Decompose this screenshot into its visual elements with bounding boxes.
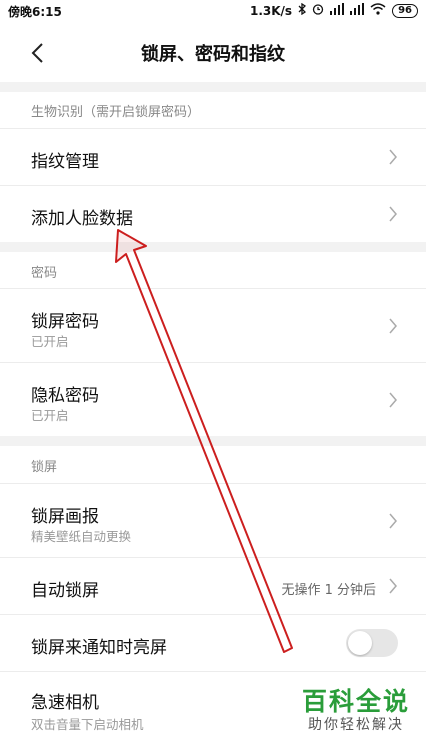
page-header: 锁屏、密码和指纹 (0, 22, 426, 82)
alarm-icon (312, 3, 324, 18)
section-label-password: 密码 (31, 266, 58, 281)
row-subtitle: 精美壁纸自动更换 (31, 529, 132, 544)
page-title: 锁屏、密码和指纹 (141, 44, 285, 65)
signal-icon (330, 3, 345, 18)
chevron-right-icon (389, 578, 397, 594)
row-title: 指纹管理 (31, 152, 99, 172)
section-label-lockscreen: 锁屏 (31, 460, 58, 475)
row-title: 急速相机 (31, 693, 99, 713)
watermark-logo-text: 百科全说 (301, 687, 410, 716)
list-item-wake-on-notification: 锁屏来通知时亮屏 (0, 614, 426, 671)
chevron-right-icon (389, 392, 397, 408)
section-divider (0, 436, 426, 446)
signal-icon (350, 3, 365, 18)
wake-on-notification-toggle[interactable] (346, 629, 398, 657)
row-title: 锁屏画报 (31, 507, 99, 527)
row-title: 自动锁屏 (31, 581, 99, 601)
status-time: 傍晚6:15 (8, 5, 62, 19)
section-divider (0, 82, 426, 92)
row-subtitle: 已开启 (31, 408, 69, 423)
status-bar: 傍晚6:15 1.3K/s 96 (0, 0, 426, 22)
section-label-biometric: 生物识别（需开启锁屏密码） (31, 105, 201, 120)
toggle-knob (348, 631, 372, 655)
network-speed: 1.3K/s (249, 3, 293, 18)
row-title: 锁屏来通知时亮屏 (31, 638, 167, 658)
row-title: 锁屏密码 (31, 312, 99, 332)
list-item-lock-screen-wallpaper[interactable]: 锁屏画报 精美壁纸自动更换 (0, 483, 426, 557)
list-item-add-face-data[interactable]: 添加人脸数据 (0, 185, 426, 242)
row-title: 隐私密码 (31, 386, 99, 406)
section-divider (0, 242, 426, 252)
bluetooth-icon (298, 2, 307, 18)
chevron-right-icon (389, 513, 397, 529)
battery-indicator: 96 (392, 3, 418, 18)
list-item-privacy-password[interactable]: 隐私密码 已开启 (0, 362, 426, 436)
wifi-icon (370, 3, 386, 18)
chevron-right-icon (389, 149, 397, 165)
row-title: 添加人脸数据 (31, 209, 133, 229)
status-icons: 1.3K/s 96 (249, 2, 418, 18)
list-item-fingerprint[interactable]: 指纹管理 (0, 128, 426, 185)
chevron-right-icon (389, 206, 397, 222)
row-subtitle: 已开启 (31, 334, 69, 349)
row-subtitle: 双击音量下启动相机 (31, 717, 144, 732)
watermark-subtitle: 助你轻松解决 (308, 717, 404, 733)
list-item-lock-screen-password[interactable]: 锁屏密码 已开启 (0, 288, 426, 362)
chevron-right-icon (389, 318, 397, 334)
auto-lock-value: 无操作 1 分钟后 (281, 583, 376, 598)
list-item-auto-lock[interactable]: 自动锁屏 无操作 1 分钟后 (0, 557, 426, 614)
